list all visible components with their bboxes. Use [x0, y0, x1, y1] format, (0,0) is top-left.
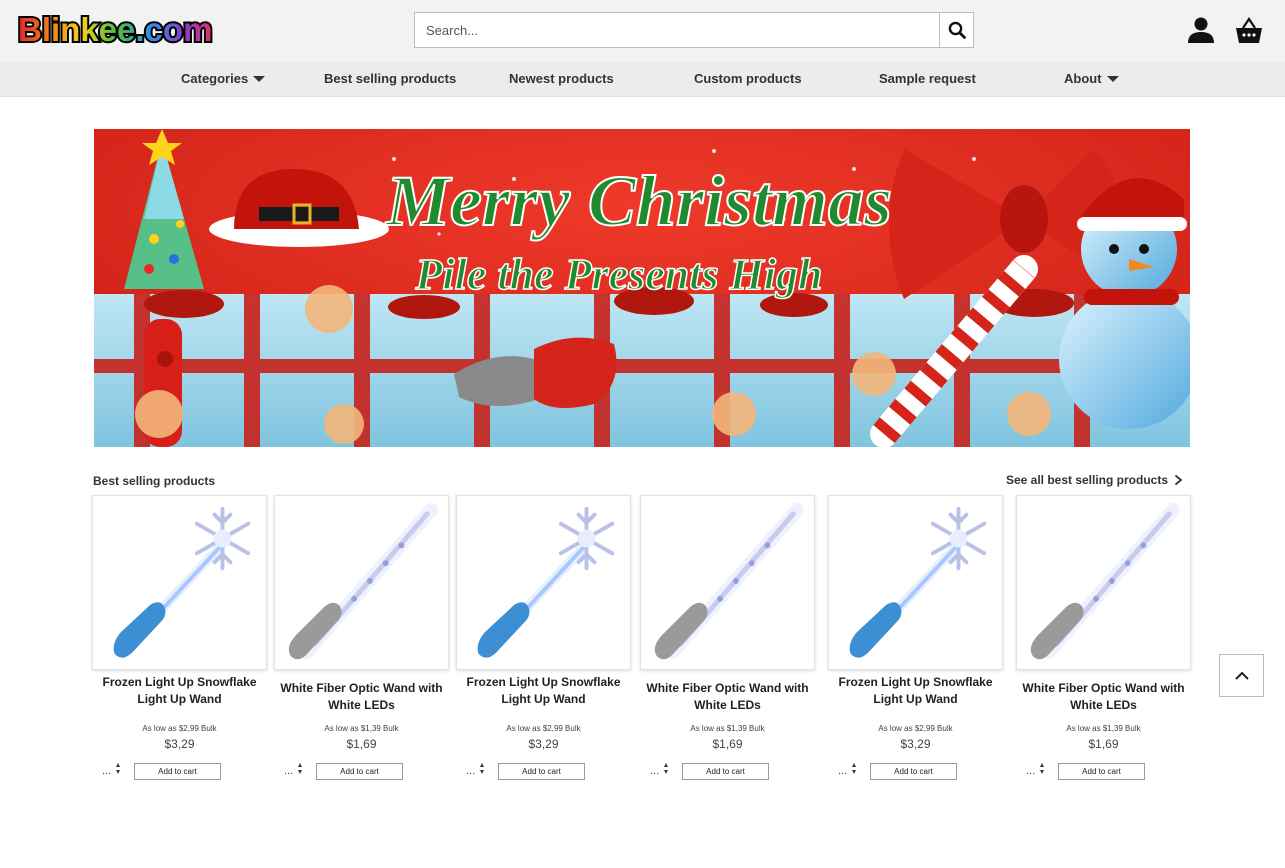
increase-qty-icon[interactable]	[298, 763, 302, 767]
decrease-qty-icon[interactable]	[298, 770, 302, 774]
basket-icon[interactable]	[1234, 17, 1264, 45]
product-image[interactable]	[92, 495, 267, 670]
bulk-price: As low as $2,99 Bulk	[142, 724, 217, 733]
add-to-cart-button[interactable]: Add to cart	[498, 763, 585, 780]
decrease-qty-icon[interactable]	[664, 770, 668, 774]
search-bar	[414, 12, 974, 48]
product-actions: ... Add to cart	[92, 763, 267, 781]
chevron-right-icon	[1174, 474, 1183, 486]
quantity-stepper[interactable]: ...	[1026, 763, 1048, 779]
nav-label: Newest products	[509, 71, 614, 86]
account-icon[interactable]	[1186, 15, 1216, 45]
product-card: Frozen Light Up Snowflake Light Up Wand …	[456, 495, 631, 781]
section-title: Best selling products	[93, 474, 216, 488]
quantity-value: ...	[102, 765, 112, 777]
decrease-qty-icon[interactable]	[480, 770, 484, 774]
bulk-price: As low as $1,39 Bulk	[324, 724, 399, 733]
increase-qty-icon[interactable]	[852, 763, 856, 767]
christmas-banner[interactable]: Merry Christmas Pile the Presents High	[94, 129, 1190, 447]
back-to-top-button[interactable]	[1219, 654, 1264, 697]
nav-categories[interactable]: Categories	[181, 62, 266, 97]
product-card: Frozen Light Up Snowflake Light Up Wand …	[828, 495, 1003, 781]
chevron-up-icon	[1234, 671, 1249, 680]
nav-label: About	[1064, 71, 1102, 86]
banner-headline: Merry Christmas	[385, 161, 892, 241]
caret-down-icon	[253, 76, 266, 82]
product-card: White Fiber Optic Wand with White LEDs A…	[274, 495, 449, 781]
quantity-value: ...	[466, 765, 476, 777]
product-name[interactable]: White Fiber Optic Wand with White LEDs	[274, 680, 449, 718]
quantity-value: ...	[284, 765, 294, 777]
product-actions: ... Add to cart	[456, 763, 631, 781]
nav-custom[interactable]: Custom products	[694, 62, 802, 97]
bulk-price: As low as $1,39 Bulk	[690, 724, 765, 733]
nav-best-selling[interactable]: Best selling products	[324, 62, 456, 97]
decrease-qty-icon[interactable]	[116, 770, 120, 774]
nav-sample-request[interactable]: Sample request	[879, 62, 976, 97]
search-icon	[948, 21, 966, 39]
quantity-stepper[interactable]: ...	[284, 763, 306, 779]
see-all-link[interactable]: See all best selling products	[1006, 473, 1183, 487]
product-price: $3,29	[164, 737, 195, 751]
product-actions: ... Add to cart	[640, 763, 815, 781]
product-price: $3,29	[528, 737, 559, 751]
product-name[interactable]: Frozen Light Up Snowflake Light Up Wand	[92, 674, 267, 712]
product-image[interactable]	[828, 495, 1003, 670]
nav-newest[interactable]: Newest products	[509, 62, 614, 97]
product-image[interactable]	[456, 495, 631, 670]
product-name[interactable]: Frozen Light Up Snowflake Light Up Wand	[828, 674, 1003, 712]
product-price: $1,69	[1088, 737, 1119, 751]
site-logo[interactable]: Blinkee.com Blinkee.com	[16, 10, 216, 50]
product-price: $1,69	[346, 737, 377, 751]
add-to-cart-button[interactable]: Add to cart	[1058, 763, 1145, 780]
add-to-cart-button[interactable]: Add to cart	[134, 763, 221, 780]
caret-down-icon	[1106, 76, 1119, 82]
quantity-stepper[interactable]: ...	[650, 763, 672, 779]
add-to-cart-button[interactable]: Add to cart	[870, 763, 957, 780]
nav-label: Sample request	[879, 71, 976, 86]
search-input[interactable]	[415, 13, 939, 47]
quantity-stepper[interactable]: ...	[466, 763, 488, 779]
add-to-cart-button[interactable]: Add to cart	[682, 763, 769, 780]
product-actions: ... Add to cart	[828, 763, 1003, 781]
product-image[interactable]	[1016, 495, 1191, 670]
quantity-stepper[interactable]: ...	[102, 763, 124, 779]
quantity-value: ...	[1026, 765, 1036, 777]
product-price: $3,29	[900, 737, 931, 751]
quantity-value: ...	[650, 765, 660, 777]
product-image[interactable]	[274, 495, 449, 670]
nav-label: Categories	[181, 71, 249, 86]
nav-label: Best selling products	[324, 71, 457, 86]
increase-qty-icon[interactable]	[1040, 763, 1044, 767]
product-actions: ... Add to cart	[274, 763, 449, 781]
quantity-stepper[interactable]: ...	[838, 763, 860, 779]
product-card: White Fiber Optic Wand with White LEDs A…	[640, 495, 815, 781]
add-to-cart-button[interactable]: Add to cart	[316, 763, 403, 780]
product-actions: ... Add to cart	[1016, 763, 1191, 781]
product-name[interactable]: Frozen Light Up Snowflake Light Up Wand	[456, 674, 631, 712]
svg-text:Blinkee.com: Blinkee.com	[18, 11, 212, 48]
decrease-qty-icon[interactable]	[852, 770, 856, 774]
product-card: Frozen Light Up Snowflake Light Up Wand …	[92, 495, 267, 781]
main-nav: Categories Best selling products Newest …	[0, 62, 1285, 97]
increase-qty-icon[interactable]	[480, 763, 484, 767]
nav-about[interactable]: About	[1064, 62, 1119, 97]
product-name[interactable]: White Fiber Optic Wand with White LEDs	[1016, 680, 1191, 718]
decrease-qty-icon[interactable]	[1040, 770, 1044, 774]
banner-subheadline: Pile the Presents High	[415, 250, 823, 299]
bulk-price: As low as $2,99 Bulk	[506, 724, 581, 733]
search-button[interactable]	[939, 13, 973, 47]
bulk-price: As low as $1,39 Bulk	[1066, 724, 1141, 733]
top-bar: Blinkee.com Blinkee.com	[0, 0, 1285, 62]
product-price: $1,69	[712, 737, 743, 751]
nav-label: Custom products	[694, 71, 802, 86]
see-all-label: See all best selling products	[1005, 473, 1168, 487]
bulk-price: As low as $2,99 Bulk	[878, 724, 953, 733]
quantity-value: ...	[838, 765, 848, 777]
increase-qty-icon[interactable]	[116, 763, 120, 767]
increase-qty-icon[interactable]	[664, 763, 668, 767]
product-card: White Fiber Optic Wand with White LEDs A…	[1016, 495, 1191, 781]
product-name[interactable]: White Fiber Optic Wand with White LEDs	[640, 680, 815, 718]
product-image[interactable]	[640, 495, 815, 670]
